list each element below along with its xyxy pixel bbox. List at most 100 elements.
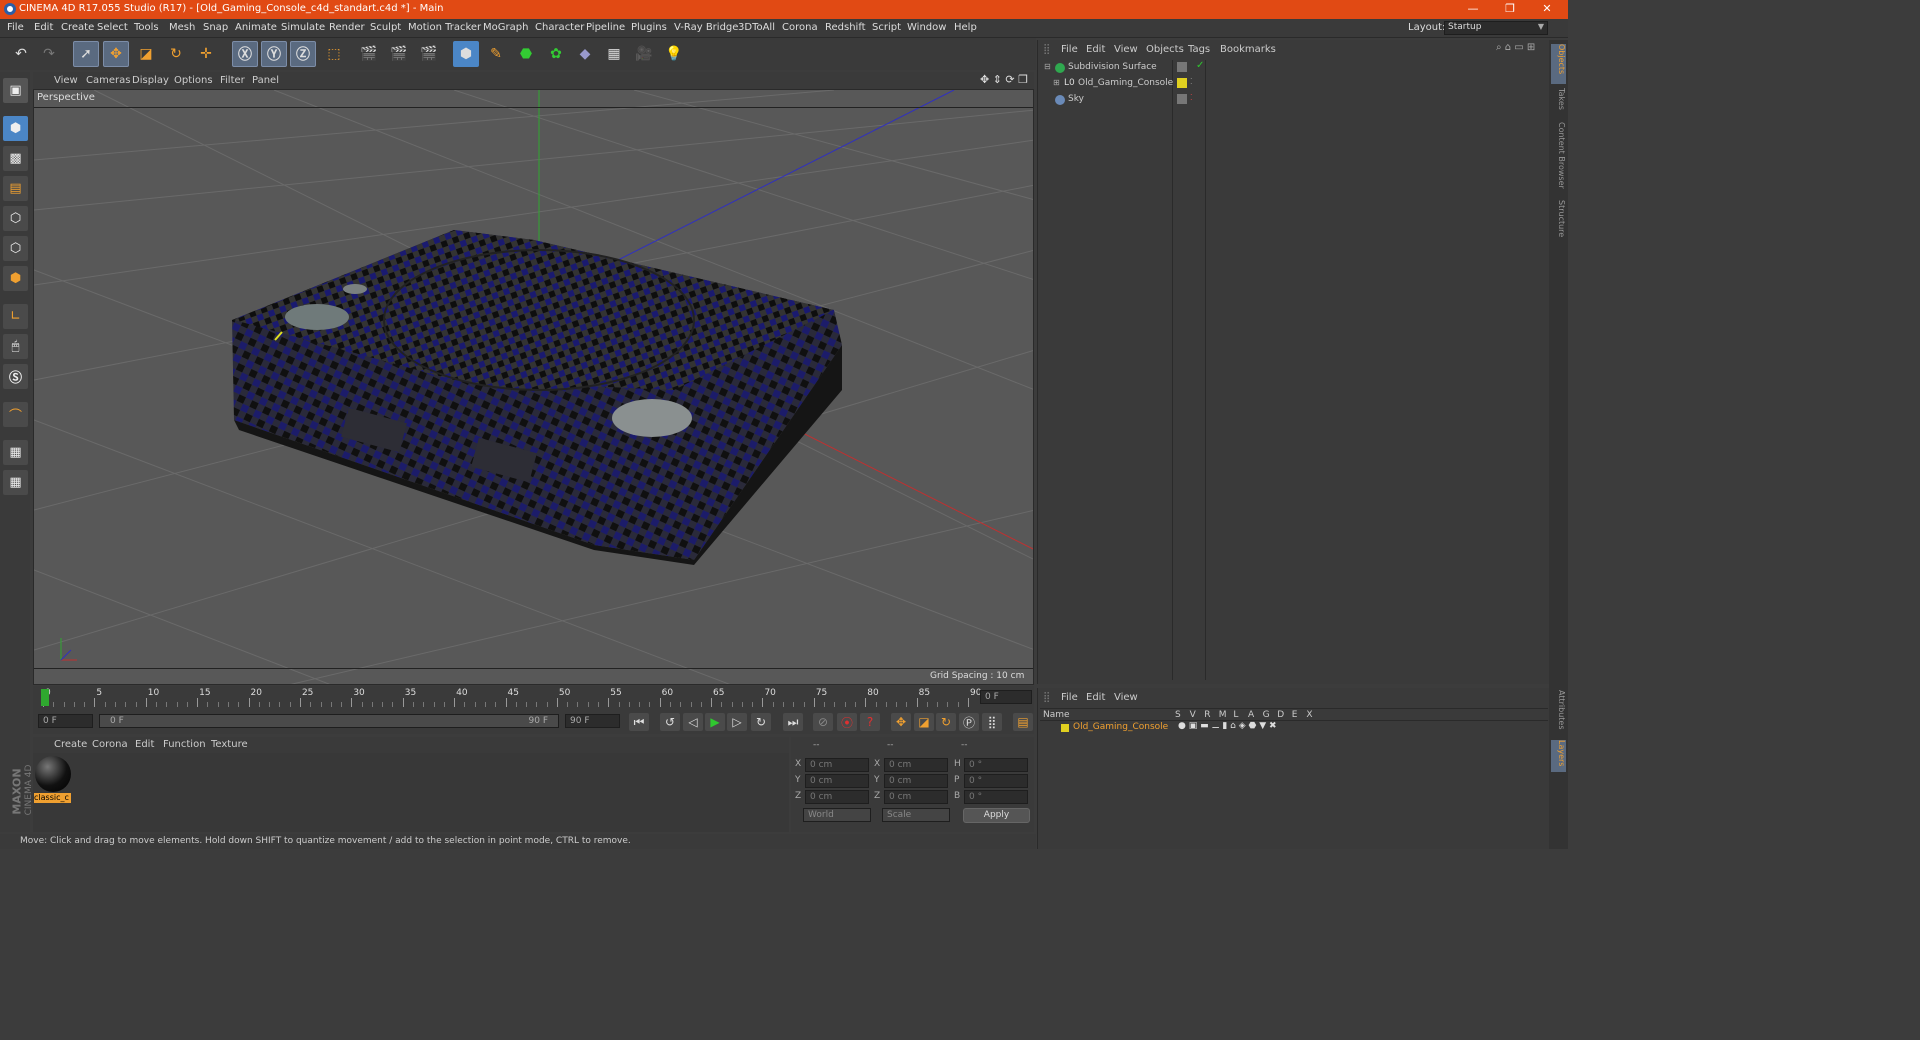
edges-mode-icon[interactable]: ⬡ [3,236,28,261]
timeline[interactable]: 051015202530354045505560657075808590 0 F [33,686,1034,710]
material-menu-function[interactable]: Function [163,739,206,750]
menu-snap[interactable]: Snap [203,22,228,33]
layer-column-header[interactable]: R [1204,710,1210,720]
expand-icon[interactable]: ⊞ [1053,78,1060,87]
tab-layers[interactable]: Layers [1551,740,1566,772]
layer-column-header[interactable]: S [1175,710,1181,720]
menu-select[interactable]: Select [97,22,128,33]
redo-icon[interactable]: ↷ [36,41,62,67]
render-picture-viewer-icon[interactable]: 🎬 [386,41,412,67]
menu-3dtoall[interactable]: 3DToAll [738,22,775,33]
coord-field[interactable]: 0 ° [964,774,1028,788]
object-row-sky[interactable]: Sky ⁚ [1040,92,1548,108]
x-axis-icon[interactable]: Ⓧ [232,41,258,67]
layer-row[interactable]: Old_Gaming_Console ● ▣ ▬ ⚊ ▮ ⌂ ◈ ⬣ ▼ ✖ [1040,721,1548,735]
tab-takes[interactable]: Takes [1551,88,1566,110]
solo-icon[interactable]: Ⓢ [3,364,28,389]
material-name[interactable]: classic_c [34,793,71,803]
layer-column-header[interactable]: D [1277,710,1284,720]
key-pla-icon[interactable]: ⣿ [982,713,1002,731]
undo-icon[interactable]: ↶ [8,41,34,67]
enabled-check-icon[interactable]: ✓ [1196,60,1204,71]
coord-field[interactable]: 0 cm [805,790,869,804]
playhead[interactable] [41,689,49,706]
polygons-mode-icon[interactable]: ⬢ [3,266,28,291]
layer-menu-file[interactable]: File [1061,692,1078,703]
menu-mograph[interactable]: MoGraph [483,22,528,33]
snap-lock-icon[interactable]: ▦ [3,440,28,465]
z-axis-icon[interactable]: Ⓩ [290,41,316,67]
viewport-menu-display[interactable]: Display [132,75,169,86]
key-param-icon[interactable]: Ⓟ [959,713,979,731]
goto-end-icon[interactable]: ⏭ [783,713,803,731]
obj-menu-objects[interactable]: Objects [1146,44,1184,55]
material-menu-edit[interactable]: Edit [135,739,154,750]
next-frame-icon[interactable]: ▷ [727,713,747,731]
light-icon[interactable]: 💡 [661,41,687,67]
material-menu-create[interactable]: Create [54,739,87,750]
viewport-menu-panel[interactable]: Panel [252,75,279,86]
menu-redshift[interactable]: Redshift [825,22,866,33]
tab-objects[interactable]: Objects [1551,44,1566,84]
menu-tools[interactable]: Tools [134,22,159,33]
key-position-icon[interactable]: ✥ [891,713,911,731]
viewport-perspective[interactable]: Perspective Grid Spacing : 10 cm [33,89,1034,685]
scale-icon[interactable]: ◪ [133,41,159,67]
y-axis-icon[interactable]: Ⓨ [261,41,287,67]
menu-sculpt[interactable]: Sculpt [370,22,401,33]
viewport-nav-icons[interactable]: ✥ ⇕ ⟳ ❐ [980,73,1028,86]
menu-file[interactable]: File [7,22,24,33]
record-keys-icon[interactable]: ⦿ [837,713,857,731]
goto-start-icon[interactable]: ⏮ [629,713,649,731]
menu-character[interactable]: Character [535,22,584,33]
scale-dropdown[interactable]: Scale [882,808,950,822]
prev-key-icon[interactable]: ↺ [660,713,680,731]
camera-icon[interactable]: 🎥 [631,41,657,67]
coordinate-system-icon[interactable]: ⬚ [321,41,347,67]
play-icon[interactable]: ▶ [705,713,725,731]
coord-field[interactable]: 0 cm [805,758,869,772]
layer-column-header[interactable]: M [1219,710,1227,720]
next-key-icon[interactable]: ↻ [751,713,771,731]
layer-column-header[interactable]: X [1306,710,1312,720]
layer-menu-view[interactable]: View [1114,692,1138,703]
tab-attributes[interactable]: Attributes [1551,690,1566,730]
tweak-mode-icon[interactable]: 🖱 [3,334,28,359]
workplane-icon[interactable]: ▤ [3,176,28,201]
material-menu-corona[interactable]: Corona [92,739,128,750]
subdivision-icon[interactable]: ⬣ [513,41,539,67]
layer-column-header[interactable]: V [1190,710,1196,720]
render-view-icon[interactable]: 🎬 [356,41,382,67]
obj-menu-file[interactable]: File [1061,44,1078,55]
deformer-icon[interactable]: ◆ [572,41,598,67]
current-frame-field[interactable]: 0 F [980,690,1032,704]
start-frame-field[interactable]: 0 F [38,714,93,728]
points-mode-icon[interactable]: ⬡ [3,206,28,231]
texture-mode-icon[interactable]: ▩ [3,146,28,171]
render-settings-icon[interactable]: 🎬 [416,41,442,67]
collapse-icon[interactable]: ⊟ [1044,62,1051,71]
menu-help[interactable]: Help [954,22,977,33]
object-name[interactable]: Old_Gaming_Console [1078,78,1173,88]
prev-frame-icon[interactable]: ◁ [683,713,703,731]
coord-field[interactable]: 0 ° [964,790,1028,804]
visibility-icon[interactable] [1177,62,1187,72]
cube-icon[interactable]: ⬢ [453,41,479,67]
floor-icon[interactable]: ▦ [601,41,627,67]
menu-edit[interactable]: Edit [34,22,53,33]
menu-plugins[interactable]: Plugins [631,22,667,33]
world-dropdown[interactable]: World [803,808,871,822]
menu-pipeline[interactable]: Pipeline [586,22,625,33]
move-active-icon[interactable]: ✛ [193,41,219,67]
key-rotation-icon[interactable]: ↻ [936,713,956,731]
coord-field[interactable]: 0 cm [884,774,948,788]
live-selection-icon[interactable]: ➚ [73,41,99,67]
layer-flag-icons[interactable]: ● ▣ ▬ ⚊ ▮ ⌂ ◈ ⬣ ▼ ✖ [1178,721,1277,731]
layer-color-icon[interactable] [1177,78,1187,88]
object-name[interactable]: Subdivision Surface [1068,62,1157,72]
object-row-subdivision[interactable]: ⊟ Subdivision Surface ✓ [1040,60,1548,76]
timeline-ruler[interactable]: 051015202530354045505560657075808590 [43,686,981,708]
menu-motion-tracker[interactable]: Motion Tracker [408,22,481,33]
object-name[interactable]: Sky [1068,94,1084,104]
coord-field[interactable]: 0 cm [884,790,948,804]
